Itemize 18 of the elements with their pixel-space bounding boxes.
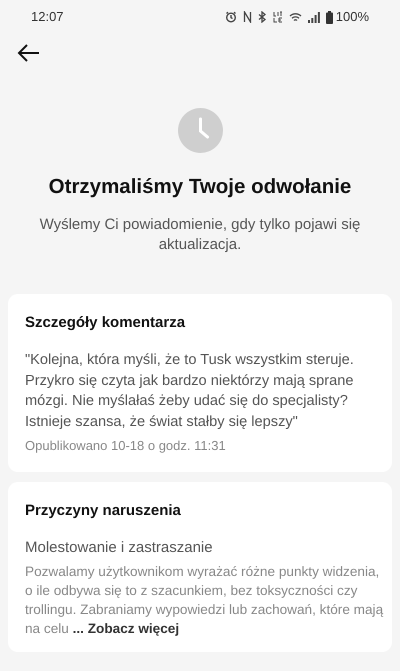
card-title: Szczegóły komentarza	[25, 312, 186, 333]
violation-reason: Molestowanie i zastraszanie	[25, 538, 214, 558]
see-more-link[interactable]: ... Zobacz więcej	[72, 620, 180, 636]
signal-icon	[308, 12, 320, 22]
battery-icon	[326, 10, 333, 24]
card-title: Przyczyny naruszenia	[25, 500, 182, 521]
wifi-icon	[288, 12, 302, 22]
published-date: Opublikowano 10-18 o godz. 11:31	[25, 437, 227, 456]
confirmation-title: Otrzymaliśmy Twoje odwołanie	[48, 174, 352, 200]
confirmation-subtitle: Wyślemy Ci powiadomienie, gdy tylko pojawi się aktualizacja.	[38, 214, 362, 255]
bluetooth-icon	[258, 11, 267, 23]
battery-percentage: 100%	[336, 8, 369, 26]
clock-icon	[178, 108, 222, 153]
comment-text: "Kolejna, która myśli, że to Tusk wszystkim steruje. Przykro się czyta jak bardzo niektórzy mają sprane mózgi. Nie myślałaś żeby udać się do specjalisty? Istnieje szansa, że świat stałby się lepszy"	[25, 351, 355, 432]
status-time: 12:07	[31, 8, 64, 26]
nfc-icon	[242, 11, 252, 23]
violation-description: Pozwalamy użytkownikom wyrażać różne punkty widzenia, o ile odbywa się to z szacunkiem, bez toksyczności czy trollingu. Zabraniamy wypowiedzi lub zachowań, które mają na celu ... Zobacz więcej	[25, 562, 384, 638]
alarm-icon	[224, 11, 237, 23]
